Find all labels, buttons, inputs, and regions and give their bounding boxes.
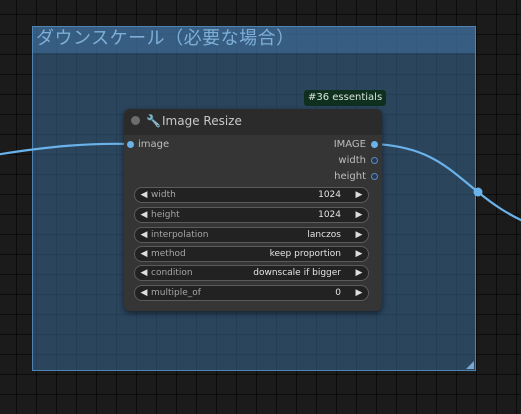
widget-label: multiple_of <box>151 288 201 298</box>
widget-method[interactable]: ◀ method keep proportion ▶ <box>134 246 369 262</box>
input-link[interactable] <box>0 142 131 156</box>
widget-interpolation[interactable]: ◀ interpolation lanczos ▶ <box>134 227 369 243</box>
increment-arrow-icon[interactable]: ▶ <box>353 266 365 280</box>
input-slot-label: image <box>138 139 170 150</box>
widget-label: height <box>151 210 180 220</box>
decrement-arrow-icon[interactable]: ◀ <box>138 247 150 261</box>
output-slot-dot-icon[interactable] <box>371 141 378 148</box>
widget-value[interactable]: keep proportion <box>270 247 341 261</box>
increment-arrow-icon[interactable]: ▶ <box>353 188 365 202</box>
decrement-arrow-icon[interactable]: ◀ <box>138 286 150 300</box>
increment-arrow-icon[interactable]: ▶ <box>353 286 365 300</box>
widget-multiple-of[interactable]: ◀ multiple_of 0 ▶ <box>134 285 369 301</box>
decrement-arrow-icon[interactable]: ◀ <box>138 188 150 202</box>
link-reroute-dot[interactable] <box>473 187 483 197</box>
node-title: Image Resize <box>162 114 242 128</box>
wrench-icon: 🔧 <box>146 114 161 128</box>
widget-value[interactable]: 0 <box>335 286 341 300</box>
input-slot-dot-icon[interactable] <box>127 141 134 148</box>
output-slot-dot-icon[interactable] <box>371 173 378 180</box>
widget-height[interactable]: ◀ height 1024 ▶ <box>134 207 369 223</box>
widget-width[interactable]: ◀ width 1024 ▶ <box>134 187 369 203</box>
widget-label: method <box>151 249 186 259</box>
widget-label: condition <box>151 268 193 278</box>
increment-arrow-icon[interactable]: ▶ <box>353 228 365 242</box>
widget-label: width <box>151 190 176 200</box>
widget-value[interactable]: lanczos <box>307 228 341 242</box>
widget-value[interactable]: downscale if bigger <box>253 266 341 280</box>
decrement-arrow-icon[interactable]: ◀ <box>138 228 150 242</box>
output-link[interactable] <box>372 142 521 222</box>
node-badge: #36 essentials <box>304 90 387 106</box>
output-slot-image[interactable]: IMAGE <box>262 138 382 152</box>
node-title-bar[interactable]: 🔧 Image Resize <box>124 109 382 135</box>
widget-label: interpolation <box>151 230 209 240</box>
collapse-dot-icon[interactable] <box>131 116 140 125</box>
increment-arrow-icon[interactable]: ▶ <box>353 208 365 222</box>
output-slot-label: IMAGE <box>333 139 366 150</box>
increment-arrow-icon[interactable]: ▶ <box>353 247 365 261</box>
output-slot-label: height <box>334 171 366 182</box>
input-slot-image[interactable]: image <box>124 138 244 152</box>
output-slot-height[interactable]: height <box>262 170 382 184</box>
widget-value[interactable]: 1024 <box>318 208 341 222</box>
output-slot-label: width <box>338 155 366 166</box>
output-slot-width[interactable]: width <box>262 154 382 168</box>
widget-value[interactable]: 1024 <box>318 188 341 202</box>
decrement-arrow-icon[interactable]: ◀ <box>138 208 150 222</box>
output-slot-dot-icon[interactable] <box>371 157 378 164</box>
image-resize-node[interactable]: 🔧 Image Resize image IMAGE width height … <box>124 109 382 311</box>
widget-condition[interactable]: ◀ condition downscale if bigger ▶ <box>134 265 369 281</box>
decrement-arrow-icon[interactable]: ◀ <box>138 266 150 280</box>
